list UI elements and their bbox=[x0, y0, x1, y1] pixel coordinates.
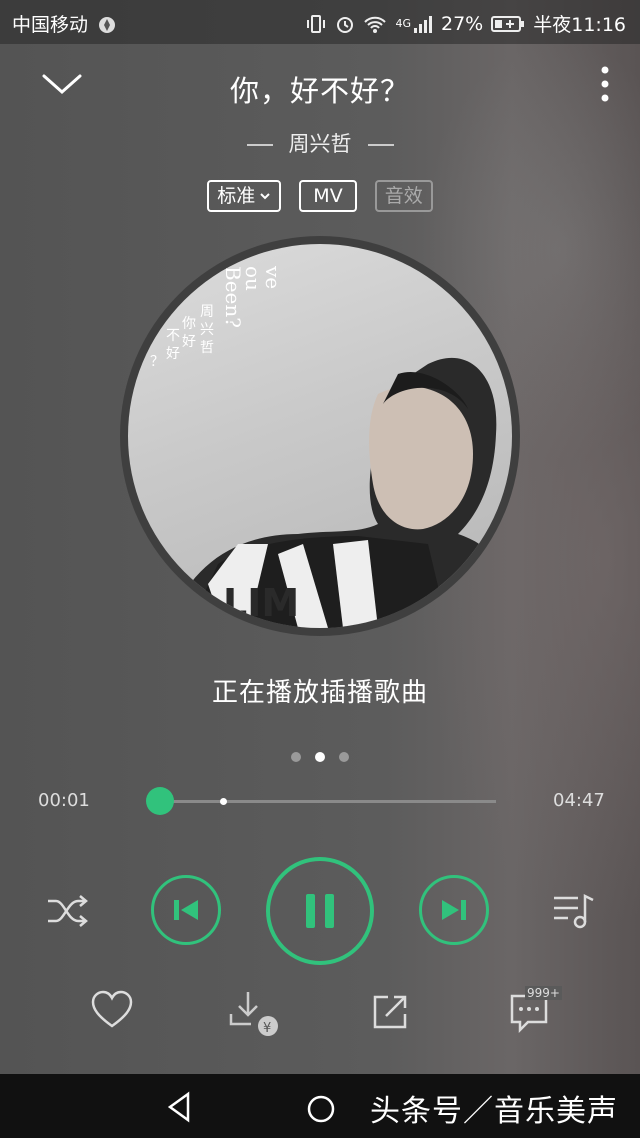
heart-icon[interactable] bbox=[90, 990, 134, 1030]
carrier-signal-icon bbox=[99, 17, 116, 33]
shuffle-icon[interactable] bbox=[46, 893, 90, 929]
artist-name: 周兴哲 bbox=[288, 132, 352, 156]
progress-buffer-marker bbox=[220, 798, 227, 805]
skip-next-icon bbox=[442, 900, 466, 920]
clock: 半夜11:16 bbox=[533, 14, 626, 36]
back-triangle-icon[interactable] bbox=[164, 1090, 194, 1124]
cover-cn-3: 哲 bbox=[200, 340, 214, 356]
cover-cn-4: 你 bbox=[182, 316, 196, 332]
cover-cn-2: 兴 bbox=[200, 322, 214, 338]
player-header: 你，好不好？ bbox=[0, 44, 640, 134]
comment-button[interactable]: 999+ bbox=[508, 986, 578, 1034]
cover-cn-6: 不 bbox=[166, 328, 180, 344]
progress-thumb[interactable] bbox=[146, 787, 174, 815]
album-art: LIM ve ou Been? 周 兴 哲 你 好 不 好 ？ bbox=[150, 265, 512, 628]
page-dot[interactable] bbox=[339, 752, 349, 762]
quality-label: 标准 bbox=[217, 185, 256, 207]
comment-count-badge: 999+ bbox=[525, 986, 562, 1000]
divider bbox=[246, 144, 273, 146]
elapsed-time: 00:01 bbox=[38, 790, 90, 811]
battery-icon bbox=[491, 15, 525, 32]
next-button[interactable] bbox=[419, 875, 489, 945]
pause-icon bbox=[306, 894, 334, 928]
now-playing-text: 正在播放插播歌曲 bbox=[211, 678, 428, 708]
album-cover[interactable]: LIM ve ou Been? 周 兴 哲 你 好 不 好 ？ bbox=[128, 244, 512, 628]
previous-button[interactable] bbox=[151, 875, 221, 945]
share-icon[interactable] bbox=[370, 992, 410, 1032]
sound-effect-label: 音效 bbox=[384, 185, 423, 207]
pause-button[interactable] bbox=[266, 857, 374, 965]
playlist-icon[interactable] bbox=[552, 890, 596, 930]
song-title: 你，好不好？ bbox=[229, 74, 410, 108]
total-time: 04:47 bbox=[553, 790, 605, 811]
network-type-label: 4G bbox=[395, 17, 411, 30]
cover-cn-7: 好 bbox=[166, 346, 180, 362]
system-navigation-bar: 头条号／音乐美声 bbox=[0, 1074, 640, 1138]
cover-cn-1: 周 bbox=[200, 304, 214, 320]
cover-cn-5: 好 bbox=[182, 334, 196, 350]
mv-button[interactable]: MV bbox=[299, 180, 357, 212]
vibrate-icon bbox=[307, 14, 326, 33]
page-dot-active[interactable] bbox=[315, 752, 325, 762]
alarm-icon bbox=[337, 16, 354, 33]
status-bar: 中国移动 4G 27% 半夜11:16 bbox=[0, 0, 640, 44]
more-vertical-icon[interactable] bbox=[596, 64, 614, 104]
watermark: 头条号／音乐美声 bbox=[370, 1094, 618, 1129]
svg-text:¥: ¥ bbox=[263, 1021, 271, 1036]
cover-cn-8: ？ bbox=[150, 354, 164, 370]
cover-text-3: Been? bbox=[221, 266, 245, 328]
status-right: 4G 27% 半夜11:16 bbox=[305, 10, 626, 37]
page-dot[interactable] bbox=[291, 752, 301, 762]
status-left: 中国移动 bbox=[12, 10, 116, 37]
wifi-icon bbox=[364, 16, 387, 33]
option-chips: 标准 MV 音效 bbox=[0, 180, 640, 212]
cell-signal-icon bbox=[414, 15, 432, 33]
mv-label: MV bbox=[313, 185, 343, 207]
battery-percent: 27% bbox=[441, 12, 484, 35]
home-circle-icon[interactable] bbox=[306, 1094, 336, 1124]
divider bbox=[367, 144, 394, 146]
download-icon[interactable]: ¥ bbox=[228, 990, 280, 1038]
quality-button[interactable]: 标准 bbox=[207, 180, 282, 212]
sound-effect-button[interactable]: 音效 bbox=[374, 180, 433, 212]
skip-previous-icon bbox=[174, 900, 198, 920]
carrier-label: 中国移动 bbox=[12, 14, 89, 36]
chevron-down-icon bbox=[260, 193, 271, 200]
page-indicator[interactable] bbox=[0, 752, 640, 762]
artist-row[interactable]: 周兴哲 bbox=[0, 128, 640, 158]
progress-track[interactable] bbox=[160, 800, 496, 803]
